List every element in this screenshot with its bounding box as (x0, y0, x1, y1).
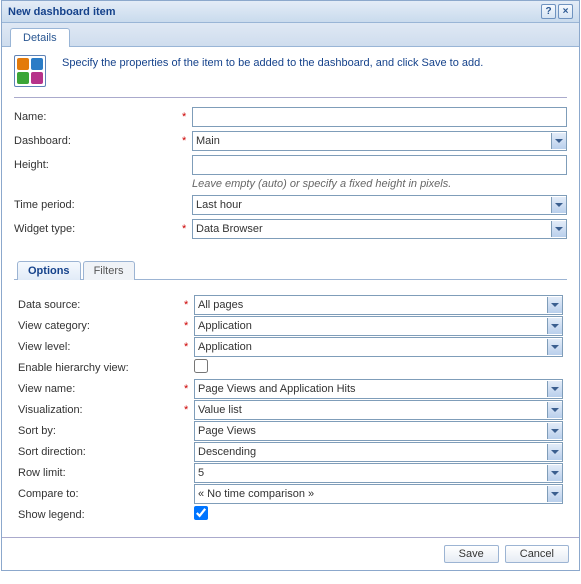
enable-hierarchy-checkbox[interactable] (194, 359, 208, 373)
cancel-button[interactable]: Cancel (505, 545, 569, 563)
view-level-label: View level: (18, 341, 184, 353)
top-form: Name: * Dashboard: * Main Height: Leave … (14, 106, 567, 240)
required-marker: * (184, 383, 194, 395)
show-legend-label: Show legend: (18, 509, 184, 521)
time-period-select[interactable]: Last hour (192, 195, 567, 215)
tab-options[interactable]: Options (17, 261, 81, 280)
summary-text: Specify the properties of the item to be… (62, 55, 483, 69)
height-hint: Leave empty (auto) or specify a fixed he… (14, 178, 567, 190)
chevron-down-icon (547, 297, 562, 313)
chevron-down-icon (547, 339, 562, 355)
title-bar-controls: ? × (541, 4, 573, 19)
data-source-label: Data source: (18, 299, 184, 311)
chevron-down-icon (547, 465, 562, 481)
dashboard-label: Dashboard: (14, 135, 182, 147)
title-bar: New dashboard item ? × (2, 1, 579, 23)
widget-type-select[interactable]: Data Browser (192, 219, 567, 239)
visualization-select[interactable]: Value list (194, 400, 563, 420)
height-label: Height: (14, 159, 182, 171)
save-button[interactable]: Save (444, 545, 499, 563)
compare-to-select[interactable]: « No time comparison » (194, 484, 563, 504)
chevron-down-icon (547, 486, 562, 502)
sort-direction-label: Sort direction: (18, 446, 184, 458)
required-marker: * (182, 135, 192, 147)
view-category-label: View category: (18, 320, 184, 332)
required-marker: * (182, 223, 192, 235)
row-limit-label: Row limit: (18, 467, 184, 479)
chevron-down-icon (547, 444, 562, 460)
required-marker: * (182, 111, 192, 123)
close-icon[interactable]: × (558, 4, 573, 19)
name-input[interactable] (192, 107, 567, 127)
sub-tabstrip: Options Filters (14, 260, 567, 280)
data-source-select[interactable]: All pages (194, 295, 563, 315)
main-tabstrip: Details (2, 23, 579, 47)
view-category-select[interactable]: Application (194, 316, 563, 336)
compare-to-label: Compare to: (18, 488, 184, 500)
dialog-body: Specify the properties of the item to be… (2, 47, 579, 537)
dialog: New dashboard item ? × Details Specify t… (1, 0, 580, 571)
view-level-select[interactable]: Application (194, 337, 563, 357)
tab-filters[interactable]: Filters (83, 261, 135, 280)
dashboard-select[interactable]: Main (192, 131, 567, 151)
tab-details[interactable]: Details (10, 28, 70, 47)
dialog-footer: Save Cancel (2, 537, 579, 570)
chevron-down-icon (547, 318, 562, 334)
enable-hierarchy-label: Enable hierarchy view: (18, 362, 184, 374)
view-name-label: View name: (18, 383, 184, 395)
required-marker: * (184, 341, 194, 353)
chevron-down-icon (547, 381, 562, 397)
row-limit-select[interactable]: 5 (194, 463, 563, 483)
required-marker: * (184, 404, 194, 416)
required-marker: * (184, 320, 194, 332)
chevron-down-icon (551, 197, 566, 213)
view-name-select[interactable]: Page Views and Application Hits (194, 379, 563, 399)
sort-by-label: Sort by: (18, 425, 184, 437)
chevron-down-icon (551, 133, 566, 149)
height-input[interactable] (192, 155, 567, 175)
chevron-down-icon (551, 221, 566, 237)
dashboard-item-icon (14, 55, 46, 87)
summary-row: Specify the properties of the item to be… (14, 55, 567, 98)
time-period-label: Time period: (14, 199, 182, 211)
sort-by-select[interactable]: Page Views (194, 421, 563, 441)
sort-direction-select[interactable]: Descending (194, 442, 563, 462)
dialog-title: New dashboard item (8, 6, 541, 18)
chevron-down-icon (547, 402, 562, 418)
options-form: Data source: * All pages View category: … (14, 280, 567, 529)
show-legend-checkbox[interactable] (194, 506, 208, 520)
widget-type-label: Widget type: (14, 223, 182, 235)
visualization-label: Visualization: (18, 404, 184, 416)
required-marker: * (184, 299, 194, 311)
chevron-down-icon (547, 423, 562, 439)
name-label: Name: (14, 111, 182, 123)
help-icon[interactable]: ? (541, 4, 556, 19)
